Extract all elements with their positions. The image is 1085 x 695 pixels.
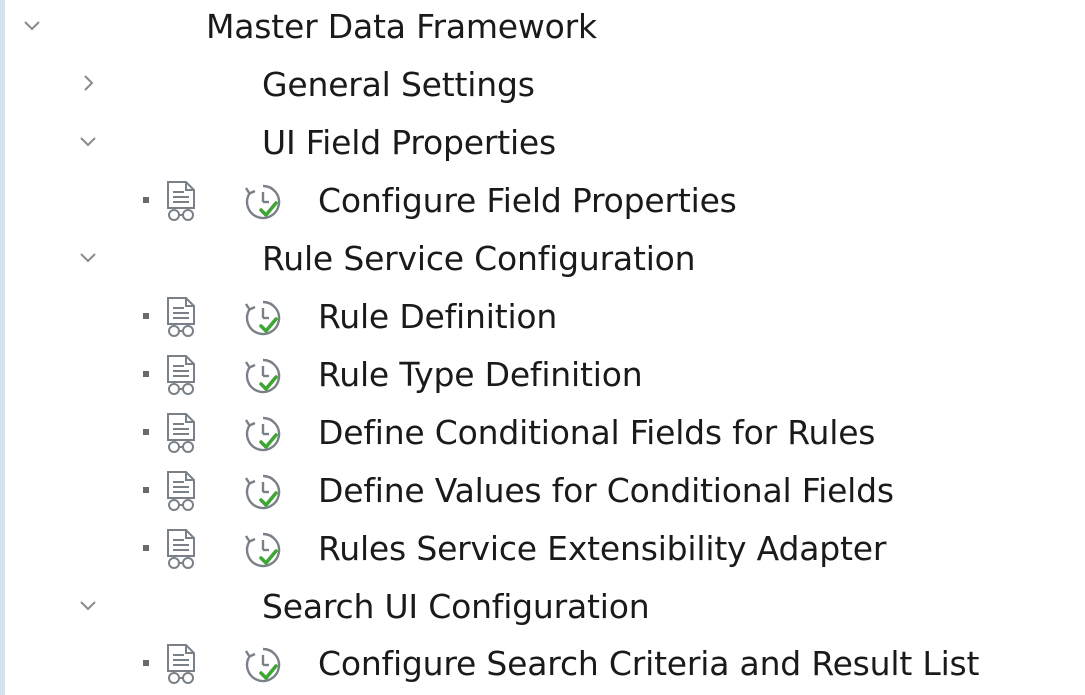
tree-node-label: UI Field Properties <box>262 123 557 162</box>
tree-node-define-conditional-fields-for-rules[interactable]: Define Conditional Fields for Rules <box>0 406 1085 464</box>
tree-node-configure-field-properties[interactable]: Configure Field Properties <box>0 174 1085 232</box>
tree-node-label: General Settings <box>262 65 535 104</box>
execute-activity-icon[interactable] <box>243 472 283 512</box>
tree-leaf-bullet <box>143 313 149 319</box>
execute-activity-icon[interactable] <box>243 414 283 454</box>
documentation-icon[interactable] <box>164 643 200 685</box>
tree-leaf-bullet <box>143 660 149 666</box>
tree-node-rule-service-configuration[interactable]: Rule Service Configuration <box>0 232 1085 290</box>
tree-node-configure-search-criteria-and-result-list[interactable]: Configure Search Criteria and Result Lis… <box>0 637 1085 695</box>
execute-activity-icon[interactable] <box>243 298 283 338</box>
tree-node-label: Rule Service Configuration <box>262 239 696 278</box>
tree-node-general-settings[interactable]: General Settings <box>0 58 1085 116</box>
tree-leaf-bullet <box>143 371 149 377</box>
chevron-down-icon[interactable] <box>76 593 100 617</box>
chevron-down-icon[interactable] <box>76 245 100 269</box>
tree-node-label: Configure Field Properties <box>318 181 737 220</box>
documentation-icon[interactable] <box>164 180 200 222</box>
tree-node-label: Master Data Framework <box>206 7 597 46</box>
tree-node-label: Define Values for Conditional Fields <box>318 471 894 510</box>
documentation-icon[interactable] <box>164 528 200 570</box>
tree-node-label: Configure Search Criteria and Result Lis… <box>318 644 980 683</box>
tree-node-label: Define Conditional Fields for Rules <box>318 413 876 452</box>
execute-activity-icon[interactable] <box>243 530 283 570</box>
tree-node-master-data-framework[interactable]: Master Data Framework <box>0 0 1085 58</box>
tree-node-label: Rules Service Extensibility Adapter <box>318 529 887 568</box>
chevron-down-icon[interactable] <box>76 129 100 153</box>
tree-node-rule-type-definition[interactable]: Rule Type Definition <box>0 348 1085 406</box>
tree-leaf-bullet <box>143 429 149 435</box>
execute-activity-icon[interactable] <box>243 182 283 222</box>
chevron-right-icon[interactable] <box>76 71 100 95</box>
tree-node-define-values-for-conditional-fields[interactable]: Define Values for Conditional Fields <box>0 464 1085 522</box>
documentation-icon[interactable] <box>164 470 200 512</box>
chevron-down-icon[interactable] <box>20 13 44 37</box>
tree-node-label: Rule Definition <box>318 297 558 336</box>
documentation-icon[interactable] <box>164 296 200 338</box>
tree-leaf-bullet <box>143 545 149 551</box>
documentation-icon[interactable] <box>164 412 200 454</box>
documentation-icon[interactable] <box>164 354 200 396</box>
tree-node-label: Search UI Configuration <box>262 587 650 626</box>
tree-leaf-bullet <box>143 197 149 203</box>
img-tree: Master Data Framework General Settings U… <box>0 0 1085 695</box>
tree-node-rules-service-extensibility-adapter[interactable]: Rules Service Extensibility Adapter <box>0 522 1085 580</box>
tree-node-search-ui-configuration[interactable]: Search UI Configuration <box>0 580 1085 638</box>
tree-node-ui-field-properties[interactable]: UI Field Properties <box>0 116 1085 174</box>
tree-node-rule-definition[interactable]: Rule Definition <box>0 290 1085 348</box>
tree-node-label: Rule Type Definition <box>318 355 643 394</box>
execute-activity-icon[interactable] <box>243 356 283 396</box>
execute-activity-icon[interactable] <box>243 645 283 685</box>
tree-leaf-bullet <box>143 487 149 493</box>
